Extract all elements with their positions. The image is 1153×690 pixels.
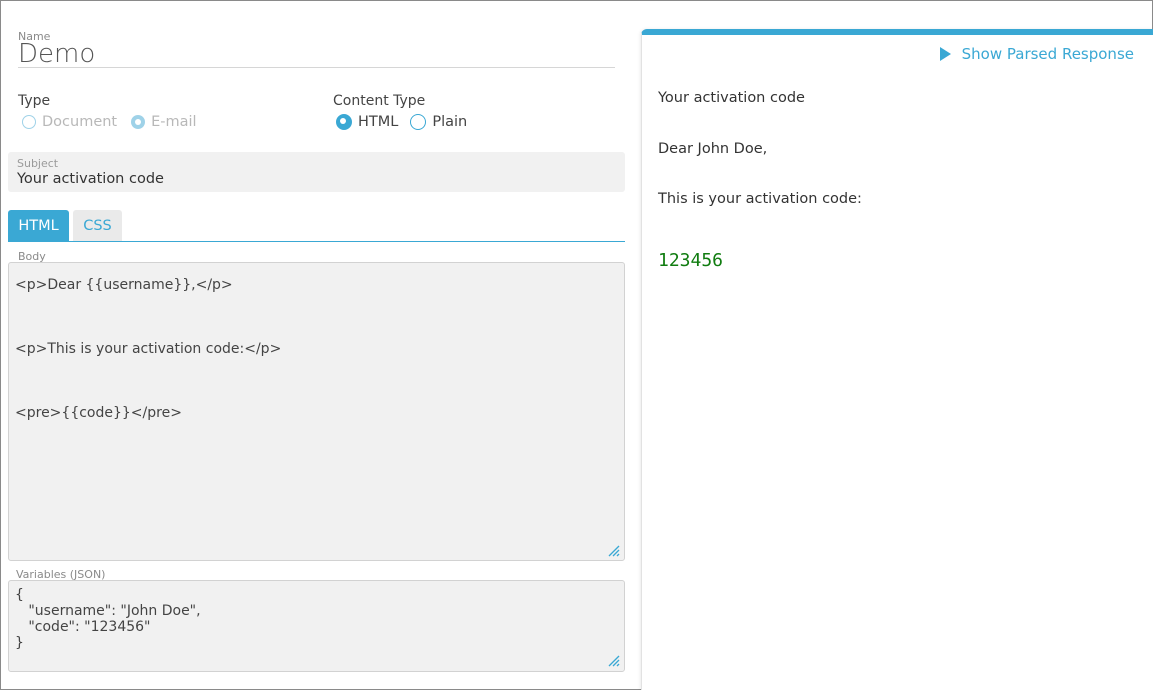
type-label: Type [18,93,51,109]
type-radio-email[interactable]: E-mail [131,114,197,130]
type-radio-document[interactable]: Document [22,114,117,130]
radio-label: HTML [358,114,399,130]
radio-label: Document [42,114,118,130]
tab-html[interactable]: HTML [8,210,69,241]
radio-label: E-mail [151,114,197,130]
preview-greeting: Dear John Doe, [658,141,768,157]
tab-css[interactable]: CSS [73,210,122,241]
radio-checked-icon [336,114,352,130]
preview-line: This is your activation code: [658,191,862,207]
template-editor-panel: Name Type Document E-mail Content Type H… [0,0,640,690]
content-type-radio-html[interactable]: HTML [336,114,398,130]
body-textarea[interactable]: <p>Dear {{username}},</p> <p>This is you… [8,262,625,561]
preview-subject: Your activation code [658,90,805,106]
radio-unchecked-icon [410,114,427,130]
preview-code: 123456 [658,250,724,271]
type-radio-group: Document E-mail [22,114,211,130]
content-type-label: Content Type [333,93,426,109]
radio-label: Plain [432,114,468,130]
subject-field[interactable]: Subject Your activation code [8,152,625,192]
content-type-radio-plain[interactable]: Plain [410,114,467,130]
subject-input[interactable]: Your activation code [17,171,164,187]
radio-unchecked-icon [22,115,36,129]
show-parsed-response-button[interactable]: Show Parsed Response [939,45,1134,63]
show-parsed-response-label: Show Parsed Response [961,45,1134,63]
preview-panel: Show Parsed Response Your activation cod… [641,29,1153,690]
subject-label: Subject [17,157,59,170]
radio-checked-icon [131,115,146,129]
editor-tabs: HTML CSS [8,210,625,242]
content-type-radio-group: HTML Plain [336,114,481,130]
variables-textarea[interactable]: { "username": "John Doe", "code": "12345… [8,580,625,672]
resize-handle-icon[interactable] [608,545,620,557]
name-input[interactable] [18,40,615,68]
play-icon [939,47,951,61]
resize-handle-icon[interactable] [608,655,620,667]
